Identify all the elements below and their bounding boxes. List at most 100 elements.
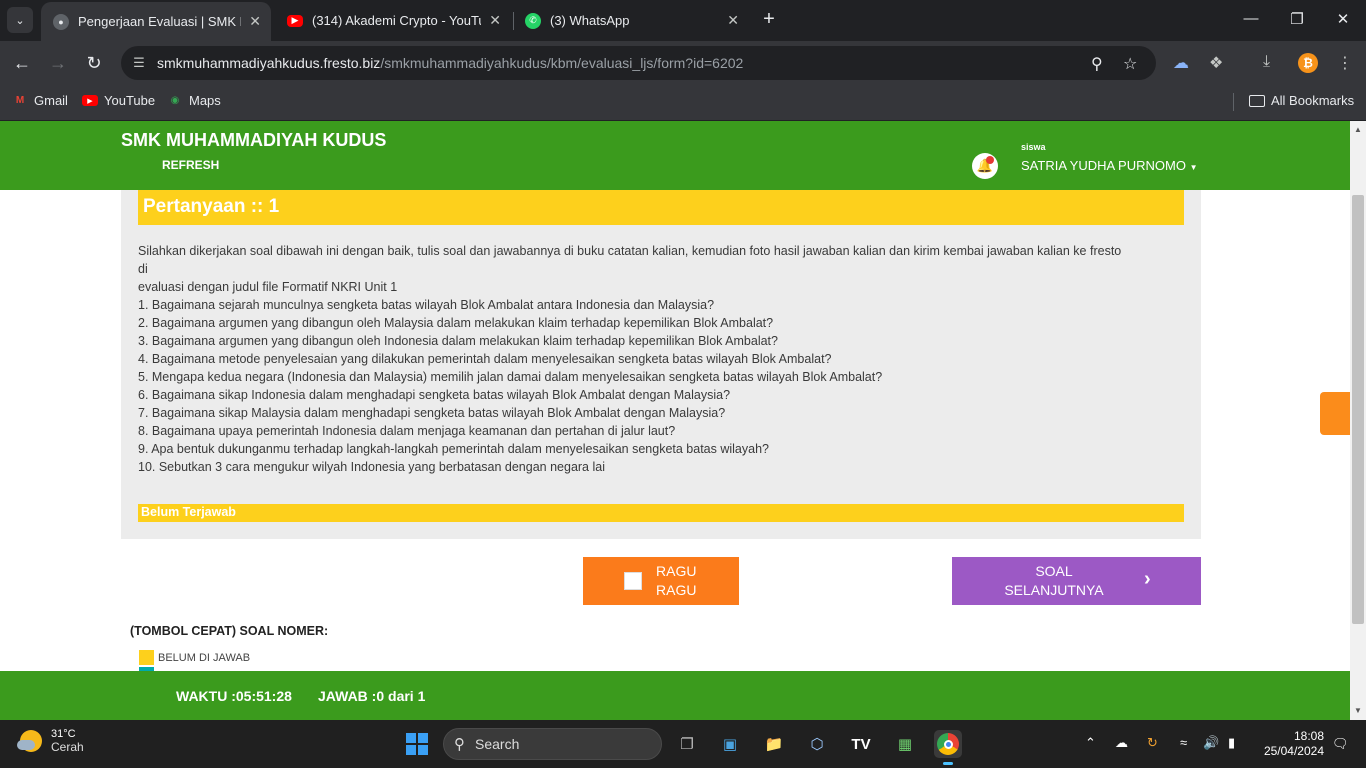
task-view-icon[interactable]: ❐	[673, 730, 701, 758]
ragu-label: RAGU RAGU	[656, 562, 696, 600]
wifi-icon[interactable]: ≈	[1180, 735, 1187, 750]
bookmark-maps[interactable]: ◉ Maps	[167, 93, 221, 108]
ragu-ragu-button[interactable]: RAGU RAGU	[583, 557, 739, 605]
bookmark-divider	[1233, 93, 1234, 111]
chrome-icon	[937, 733, 959, 755]
close-tab-icon[interactable]: ✕	[489, 12, 501, 29]
bitcoin-extension-icon[interactable]: ₿	[1298, 53, 1318, 73]
taskbar-search[interactable]: ⚲ Search	[443, 728, 662, 760]
gmail-icon: M	[15, 95, 25, 106]
onedrive-cloud-icon[interactable]: ☁	[1115, 735, 1128, 751]
tab-youtube[interactable]: ▶ (314) Akademi Crypto - YouTube ✕	[275, 0, 511, 41]
bookmark-youtube[interactable]: ▶ YouTube	[82, 93, 155, 108]
notifications-icon[interactable]: 🗨	[1332, 736, 1349, 752]
search-label: Search	[475, 736, 520, 752]
tab-whatsapp[interactable]: ✆ (3) WhatsApp ✕	[513, 0, 749, 41]
system-clock[interactable]: 18:08 25/04/2024	[1262, 729, 1324, 759]
globe-icon: ●	[53, 13, 69, 30]
scroll-down-icon[interactable]: ▼	[1350, 706, 1366, 715]
file-explorer-icon[interactable]: 📁	[760, 730, 788, 758]
show-hidden-icons-chevron-icon[interactable]: ⌃	[1085, 735, 1096, 751]
notification-dot	[986, 156, 994, 164]
legend-label: BELUM DI JAWAB	[158, 651, 251, 664]
windows-start-icon[interactable]	[406, 733, 428, 755]
bookmark-label: Maps	[189, 93, 221, 108]
answer-status-badge: Belum Terjawab	[138, 504, 1184, 522]
tab-search-button[interactable]: ⌄	[7, 7, 33, 33]
browser-toolbar: ← → ↻ ☰ smkmuhammadiyahkudus.fresto.biz/…	[0, 41, 1366, 85]
volume-icon[interactable]: 🔊	[1203, 735, 1219, 751]
forward-icon[interactable]: →	[45, 51, 71, 75]
zoom-icon[interactable]: ⚲	[1091, 54, 1103, 74]
chrome-taskbar-icon[interactable]	[934, 730, 962, 765]
legend-unanswered: BELUM DI JAWAB	[139, 650, 250, 665]
partly-sunny-icon	[17, 730, 42, 752]
timer-text: WAKTU :05:51:28	[176, 688, 292, 704]
floating-side-tab[interactable]	[1320, 392, 1350, 435]
question-line: 2. Bagaimana argumen yang dibangun oleh …	[138, 316, 774, 330]
ragu-checkbox[interactable]	[624, 572, 642, 590]
close-tab-icon[interactable]: ✕	[727, 12, 739, 29]
site-info-icon[interactable]: ☰	[131, 55, 147, 71]
download-icon[interactable]: ⤓	[1263, 53, 1270, 71]
url-text[interactable]: smkmuhammadiyahkudus.fresto.biz/smkmuham…	[157, 55, 743, 71]
url-host: smkmuhammadiyahkudus.fresto.biz	[157, 55, 381, 71]
reload-icon[interactable]: ↻	[81, 51, 107, 75]
question-heading: Pertanyaan :: 1	[138, 190, 1184, 225]
next-label-line1: SOAL	[1035, 563, 1073, 579]
chevron-right-icon: ›	[1144, 568, 1151, 590]
url-path: /smkmuhammadiyahkudus/kbm/evaluasi_ljs/f…	[380, 55, 744, 71]
quick-nav-title: (TOMBOL CEPAT) SOAL NOMER:	[130, 624, 329, 638]
weather-widget[interactable]: 31°C Cerah	[17, 728, 84, 754]
windows-taskbar: 31°C Cerah ⚲ Search ❐ ▣ 📁 ⬡ TV ▦ ⌃ ☁ ↻ ≈…	[0, 720, 1366, 768]
ragu-label-line1: RAGU	[656, 563, 697, 579]
notification-bell-icon[interactable]: 🔔	[972, 153, 998, 179]
extension-icon[interactable]: ☁	[1173, 53, 1189, 73]
battery-icon[interactable]: ▮	[1228, 735, 1235, 751]
weather-condition: Cerah	[51, 740, 84, 754]
question-line: Silahkan dikerjakan soal dibawah ini den…	[138, 244, 1122, 258]
tradingview-icon[interactable]: TV	[847, 730, 875, 758]
control-panel-icon[interactable]: ▣	[716, 730, 744, 758]
site-header: SMK MUHAMMADIYAH KUDUS REFRESH 🔔 siswa S…	[0, 121, 1350, 190]
extensions-puzzle-icon[interactable]: ❖	[1209, 53, 1223, 73]
address-bar[interactable]: ☰ smkmuhammadiyahkudus.fresto.biz/smkmuh…	[121, 46, 1156, 80]
user-menu[interactable]: SATRIA YUDHA PURNOMO ▼	[1021, 158, 1197, 173]
next-question-button[interactable]: SOAL SELANJUTNYA ›	[952, 557, 1201, 605]
virtualbox-icon[interactable]: ⬡	[803, 730, 831, 758]
sync-icon[interactable]: ↻	[1147, 735, 1158, 751]
bookmark-gmail[interactable]: M Gmail	[12, 93, 68, 108]
tab-title: (3) WhatsApp	[550, 13, 630, 28]
menu-kebab-icon[interactable]: ⋮	[1337, 53, 1353, 73]
whatsapp-icon: ✆	[525, 12, 541, 29]
close-tab-icon[interactable]: ✕	[249, 13, 261, 30]
browser-tab-strip: ⌄ ● Pengerjaan Evaluasi | SMK MUHAMMADIY…	[0, 0, 1366, 41]
search-icon: ⚲	[454, 736, 465, 753]
page-scrollbar[interactable]: ▲ ▼	[1350, 121, 1366, 720]
refresh-link[interactable]: REFRESH	[162, 158, 219, 172]
site-brand[interactable]: SMK MUHAMMADIYAH KUDUS	[121, 130, 386, 151]
question-panel: Pertanyaan :: 1 Silahkan dikerjakan soal…	[121, 190, 1201, 539]
scrollbar-thumb[interactable]	[1352, 195, 1364, 624]
all-bookmarks-label: All Bookmarks	[1271, 93, 1355, 108]
question-line: 8. Bagaimana upaya pemerintah Indonesia …	[138, 424, 676, 438]
question-line: 6. Bagaimana sikap Indonesia dalam mengh…	[138, 388, 731, 402]
network-app-icon[interactable]: ▦	[891, 730, 919, 758]
tab-pengerjaan-evaluasi[interactable]: ● Pengerjaan Evaluasi | SMK MUHAMMADIYAH…	[41, 2, 271, 41]
status-footer: WAKTU :05:51:28 JAWAB :0 dari 1	[0, 671, 1350, 720]
bookmark-star-icon[interactable]: ☆	[1123, 54, 1137, 74]
question-line: 4. Bagaimana metode penyelesaian yang di…	[138, 352, 832, 366]
bookmark-label: Gmail	[34, 93, 68, 108]
question-line: 10. Sebutkan 3 cara mengukur wilyah Indo…	[138, 460, 605, 474]
scroll-up-icon[interactable]: ▲	[1350, 125, 1366, 134]
next-label-line2: SELANJUTNYA	[1004, 582, 1104, 598]
user-name: SATRIA YUDHA PURNOMO	[1021, 158, 1186, 173]
all-bookmarks[interactable]: All Bookmarks	[1249, 93, 1354, 108]
question-text: Silahkan dikerjakan soal dibawah ini den…	[138, 242, 1184, 476]
folder-icon	[1249, 94, 1265, 107]
back-icon[interactable]: ←	[9, 51, 35, 75]
close-window-icon[interactable]: ✕	[1331, 10, 1355, 28]
new-tab-button[interactable]: +	[758, 8, 780, 30]
restore-icon[interactable]: ❐	[1285, 10, 1309, 28]
minimize-icon[interactable]: —	[1239, 10, 1263, 27]
